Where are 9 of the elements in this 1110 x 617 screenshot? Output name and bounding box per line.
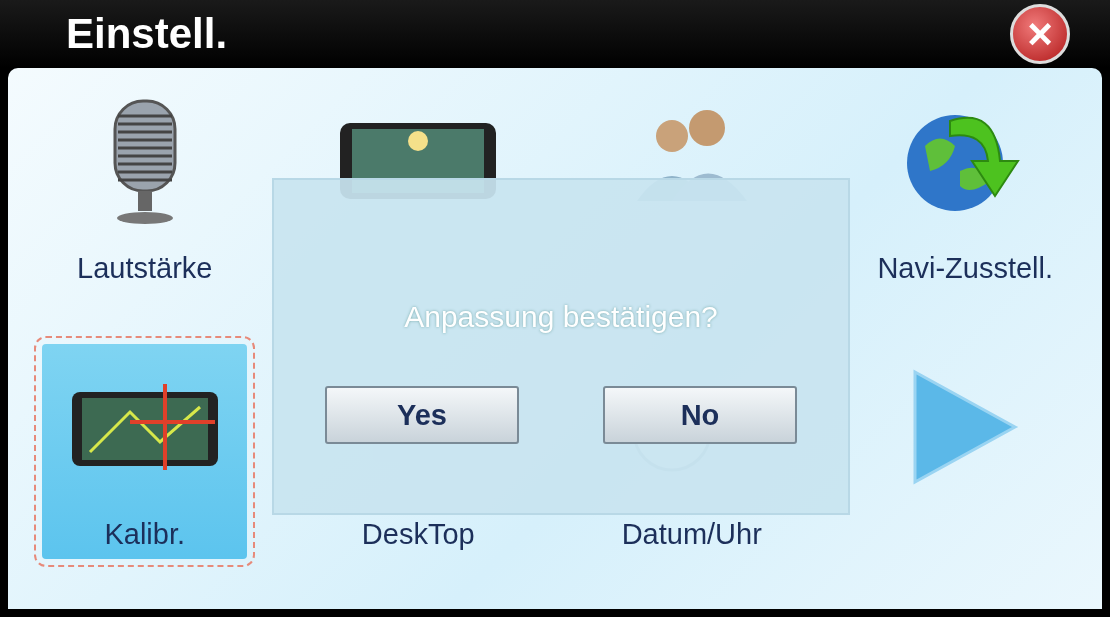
dialog-button[interactable]: No [603, 386, 797, 444]
settings-tile[interactable]: Lautstärke [42, 78, 248, 293]
item-label: Kalibr. [104, 517, 186, 551]
window-title: Einstell. [66, 10, 228, 58]
item-label: Lautstärke [77, 252, 213, 285]
calibration-icon [69, 381, 220, 472]
dialog-button[interactable]: Yes [325, 386, 519, 444]
item-label: Navi-Zusstell. [877, 252, 1054, 285]
settings-tile[interactable]: Navi-Zusstell. [862, 78, 1068, 293]
